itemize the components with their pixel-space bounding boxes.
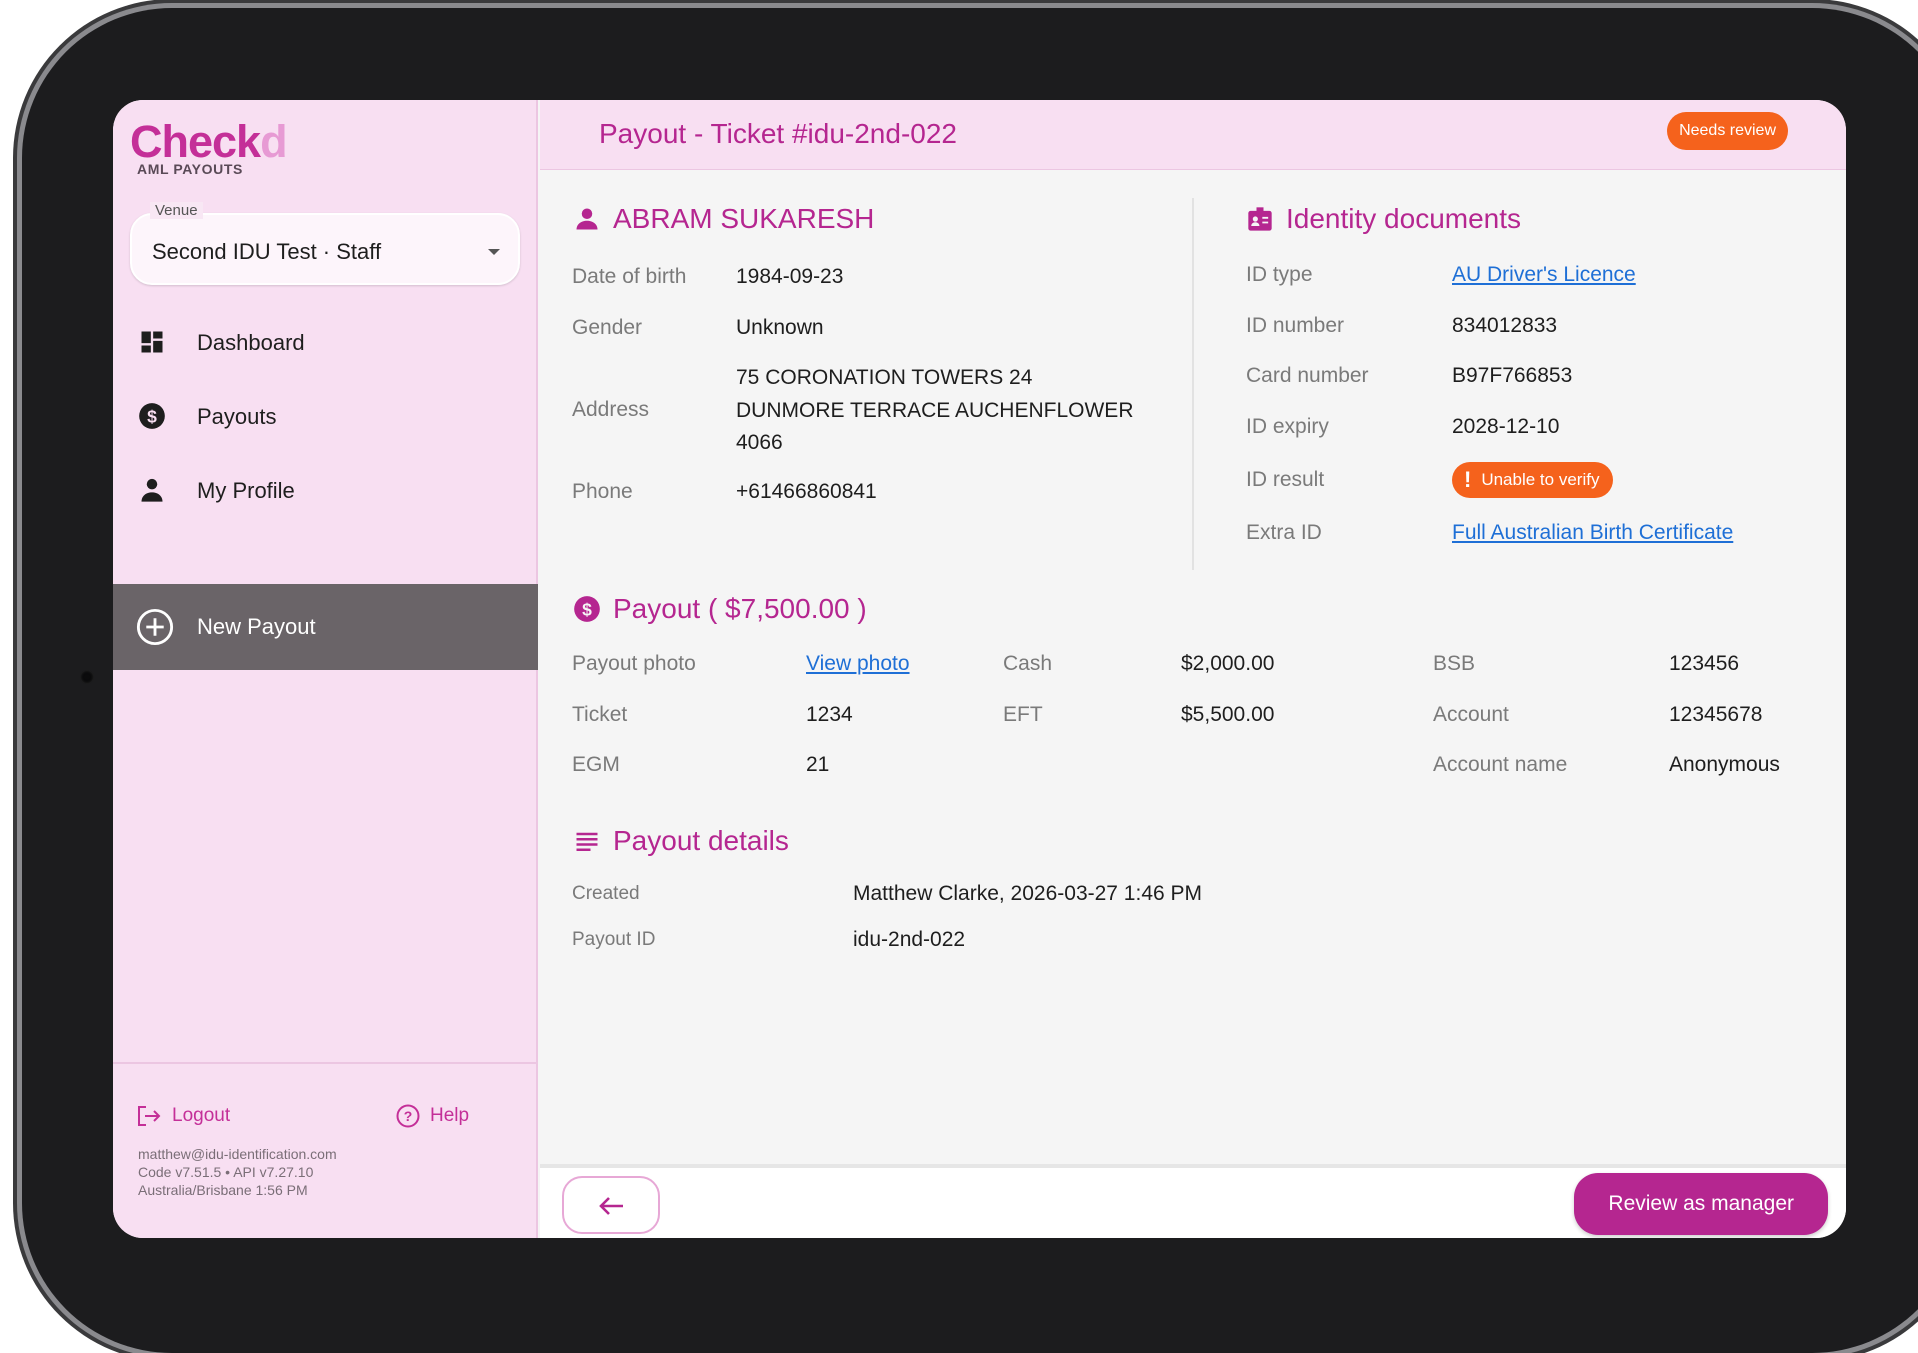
- camera: [80, 670, 94, 684]
- address-line1: 75 CORONATION TOWERS 24: [736, 366, 1033, 389]
- venue-label: Venue: [150, 202, 203, 219]
- card-number-label: Card number: [1246, 364, 1369, 387]
- payout-id-value: idu-2nd-022: [853, 928, 966, 951]
- eft-label: EFT: [1003, 703, 1043, 726]
- venue-value: Second IDU Test · Staff: [152, 239, 382, 264]
- caret-down-icon: [488, 249, 500, 255]
- dob-value: 1984-09-23: [736, 265, 844, 288]
- svg-text:$: $: [582, 599, 592, 619]
- egm-label: EGM: [572, 753, 620, 776]
- logout-link[interactable]: Logout: [136, 1104, 230, 1128]
- status-badge: Needs review: [1667, 112, 1788, 150]
- address-label: Address: [572, 398, 650, 421]
- view-photo-link[interactable]: View photo: [806, 652, 910, 676]
- page-header: Payout - Ticket #idu-2nd-022 Needs revie…: [540, 100, 1846, 170]
- dashboard-icon: [141, 331, 163, 353]
- created-label: Created: [572, 883, 640, 904]
- extra-id-link[interactable]: Full Australian Birth Certificate: [1452, 521, 1733, 545]
- action-bar: Review as manager: [540, 1164, 1846, 1238]
- list-icon: [576, 832, 598, 852]
- logout-icon: [138, 1106, 161, 1126]
- payout-section-title: $ Payout ( $7,500.00 ): [573, 593, 867, 625]
- bsb-value: 123456: [1669, 652, 1740, 675]
- payout-title: Payout ( $7,500.00 ): [613, 593, 867, 624]
- app-subtitle: AML PAYOUTS: [137, 161, 243, 177]
- nav-dashboard-label: Dashboard: [197, 330, 305, 355]
- person-section-title: ABRAM SUKARESH: [573, 203, 874, 235]
- nav-my-profile-label: My Profile: [197, 478, 295, 503]
- app-screen: Checkd AML PAYOUTS Venue Second IDU Test…: [113, 100, 1846, 1238]
- timezone-info: Australia/Brisbane 1:56 PM: [138, 1182, 308, 1198]
- nav-dashboard[interactable]: Dashboard: [113, 313, 538, 373]
- gender-label: Gender: [572, 316, 643, 339]
- extra-id-label: Extra ID: [1246, 521, 1322, 544]
- nav-payouts[interactable]: $ Payouts: [113, 387, 538, 447]
- account-value: 12345678: [1669, 703, 1763, 726]
- payout-id-label: Payout ID: [572, 929, 656, 950]
- sidebar: Checkd AML PAYOUTS Venue Second IDU Test…: [113, 100, 538, 1238]
- egm-value: 21: [806, 753, 830, 776]
- version-info: Code v7.51.5 • API v7.27.10: [138, 1164, 314, 1180]
- logout-label: Logout: [172, 1105, 231, 1126]
- phone-value: +61466860841: [736, 480, 877, 503]
- ticket-label: Ticket: [572, 703, 628, 726]
- nav-my-profile[interactable]: My Profile: [113, 461, 538, 521]
- arrow-left-icon: [599, 1197, 623, 1215]
- dob-label: Date of birth: [572, 265, 687, 288]
- identity-section-title: Identity documents: [1246, 203, 1521, 235]
- plus-circle-icon: [136, 608, 174, 646]
- id-expiry-label: ID expiry: [1246, 415, 1329, 438]
- identity-title: Identity documents: [1286, 203, 1522, 234]
- id-number-label: ID number: [1246, 314, 1345, 337]
- help-label: Help: [430, 1105, 470, 1126]
- eft-value: $5,500.00: [1181, 703, 1275, 726]
- id-badge-icon: [1248, 207, 1272, 231]
- account-name-label: Account name: [1433, 753, 1568, 776]
- cash-label: Cash: [1003, 652, 1053, 675]
- id-type-link[interactable]: AU Driver's Licence: [1452, 263, 1636, 287]
- ticket-value: 1234: [806, 703, 853, 726]
- help-link[interactable]: ? Help: [396, 1104, 469, 1128]
- cash-value: $2,000.00: [1181, 652, 1275, 675]
- user-email: matthew@idu-identification.com: [138, 1146, 337, 1162]
- phone-label: Phone: [572, 480, 633, 503]
- column-divider: [1192, 198, 1194, 570]
- bsb-label: BSB: [1433, 652, 1476, 675]
- account-name-value: Anonymous: [1669, 753, 1780, 776]
- session-info: matthew@idu-identification.com Code v7.5…: [138, 1145, 337, 1199]
- card-number-value: B97F766853: [1452, 364, 1573, 387]
- sidebar-footer: Logout ? Help matthew@idu-identification…: [113, 1062, 538, 1238]
- id-number-value: 834012833: [1452, 314, 1558, 337]
- id-type-label: ID type: [1246, 263, 1313, 286]
- venue-select[interactable]: Venue Second IDU Test · Staff: [130, 202, 520, 285]
- warning-icon: !: [1464, 467, 1472, 492]
- person-icon: [141, 478, 163, 502]
- main-content: Payout - Ticket #idu-2nd-022 Needs revie…: [540, 100, 1846, 1238]
- back-button[interactable]: [562, 1176, 660, 1234]
- id-result-text: Unable to verify: [1481, 470, 1600, 489]
- address-line3: 4066: [736, 431, 783, 454]
- id-result-label: ID result: [1246, 468, 1325, 491]
- svg-text:?: ?: [404, 1108, 413, 1124]
- id-result-badge: ! Unable to verify: [1452, 462, 1614, 498]
- new-payout-label: New Payout: [197, 614, 316, 639]
- help-icon: ?: [396, 1104, 420, 1128]
- account-label: Account: [1433, 703, 1509, 726]
- id-expiry-value: 2028-12-10: [1452, 415, 1560, 438]
- gender-value: Unknown: [736, 316, 824, 339]
- svg-text:$: $: [147, 406, 157, 426]
- details-section-title: Payout details: [573, 825, 789, 857]
- person-name: ABRAM SUKARESH: [613, 203, 875, 234]
- address-line2: DUNMORE TERRACE AUCHENFLOWER: [736, 399, 1134, 422]
- dollar-circle-icon: $: [574, 596, 600, 622]
- details-title: Payout details: [613, 825, 789, 856]
- person-icon: [576, 208, 598, 230]
- payout-photo-label: Payout photo: [572, 652, 696, 675]
- dollar-circle-icon: $: [139, 403, 165, 429]
- nav-payouts-label: Payouts: [197, 404, 277, 429]
- new-payout-button[interactable]: New Payout: [113, 584, 538, 670]
- created-value: Matthew Clarke, 2026-03-27 1:46 PM: [853, 882, 1203, 905]
- page-title: Payout - Ticket #idu-2nd-022: [599, 118, 957, 149]
- review-as-manager-button[interactable]: Review as manager: [1574, 1173, 1828, 1235]
